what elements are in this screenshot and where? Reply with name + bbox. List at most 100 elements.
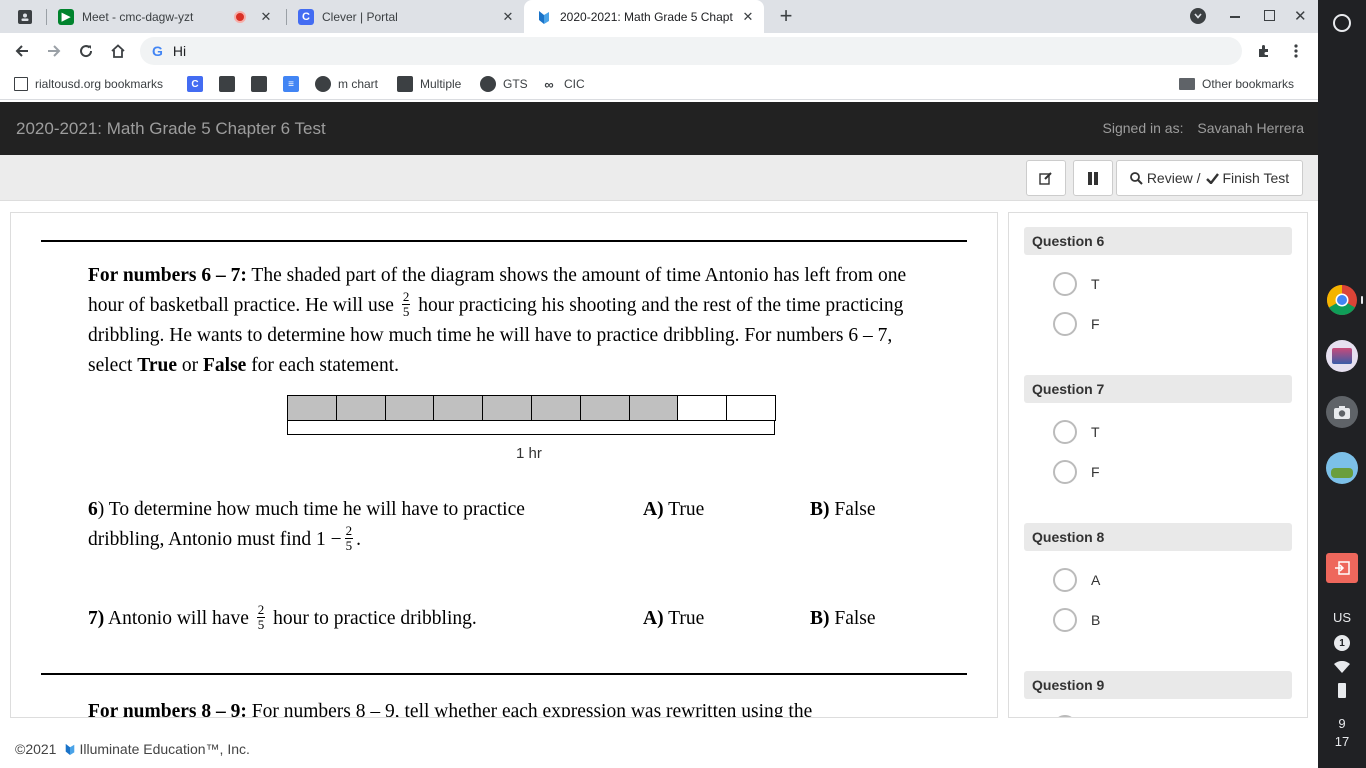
close-icon[interactable]: ✕ (258, 9, 274, 25)
tab-clever[interactable]: C Clever | Portal ✕ (290, 0, 522, 33)
reload-button[interactable] (74, 39, 98, 63)
browser-window: ▶ Meet - cmc-dagw-yzt ✕ C Clever | Porta… (0, 0, 1318, 768)
app-photo-icon[interactable] (1326, 340, 1358, 372)
new-tab-button[interactable]: + (774, 3, 798, 28)
answer-q8-option-a[interactable]: A (1053, 568, 1100, 592)
keyboard-locale[interactable]: US (1318, 610, 1366, 625)
company-name: Illuminate Education™, Inc. (79, 741, 250, 757)
bookmark-m-chart[interactable]: m chart (315, 69, 378, 99)
bookmark-label: rialtousd.org bookmarks (35, 77, 164, 91)
tab-meet[interactable]: ▶ Meet - cmc-dagw-yzt ✕ (48, 0, 280, 33)
chrome-icon[interactable] (1326, 284, 1358, 316)
radio-button[interactable] (1053, 568, 1077, 592)
radio-button[interactable] (1053, 715, 1077, 717)
launcher-icon[interactable] (1326, 7, 1358, 39)
clock-minute[interactable]: 17 (1318, 734, 1366, 749)
bookmark-multiple[interactable]: Multiple (397, 69, 461, 99)
back-button[interactable] (10, 39, 34, 63)
fraction-two-fifths: 25 (344, 524, 354, 554)
home-button[interactable] (106, 39, 130, 63)
answer-q9-option-partial[interactable] (1053, 715, 1091, 717)
exit-icon (1335, 561, 1350, 575)
bookmark-contact-2[interactable] (251, 69, 274, 99)
copyright: ©2021 (15, 741, 57, 757)
battery-icon[interactable] (1338, 683, 1346, 698)
signed-in-label: Signed in as: (1102, 120, 1184, 136)
illuminate-logo-icon (66, 743, 75, 755)
q7-option-a: A) True (643, 604, 704, 634)
bookmark-rialtousd[interactable]: rialtousd.org bookmarks (14, 69, 163, 99)
contact-icon (18, 9, 32, 24)
fraction-numerator: 2 (401, 289, 411, 306)
address-bar[interactable]: G Hi (140, 37, 1242, 65)
radio-button[interactable] (1053, 420, 1077, 444)
notification-badge[interactable]: 1 (1334, 635, 1350, 651)
passage-text-3: for each statement. (246, 355, 399, 377)
close-icon[interactable]: ✕ (500, 9, 516, 25)
radio-button[interactable] (1053, 312, 1077, 336)
minimize-button[interactable] (1230, 16, 1240, 18)
fraction-denominator: 5 (345, 538, 353, 554)
active-indicator (1361, 296, 1363, 304)
fraction-denominator: 5 (402, 304, 410, 320)
other-bookmarks[interactable]: Other bookmarks (1179, 69, 1294, 99)
divider (41, 673, 967, 675)
wifi-icon[interactable] (1334, 660, 1350, 678)
page-footer: ©2021 Illuminate Education™, Inc. (0, 730, 1318, 768)
check-icon (1205, 172, 1219, 184)
question-content: For numbers 6 – 7: The shaded part of th… (31, 213, 977, 717)
link-icon: ∞ (544, 76, 554, 92)
clock-hour[interactable]: 9 (1318, 716, 1366, 731)
forward-button[interactable] (42, 39, 66, 63)
passage-or: or (176, 355, 203, 377)
bookmark-contact-1[interactable] (219, 69, 242, 99)
option-label: F (1091, 316, 1100, 332)
camera-icon[interactable] (1326, 396, 1358, 428)
bookmark-cic[interactable]: ∞ CIC (541, 69, 584, 99)
user-name[interactable]: Savanah Herrera (1197, 120, 1304, 136)
answer-q6-option-f[interactable]: F (1053, 312, 1100, 336)
diagram-cell-shaded (579, 395, 630, 421)
bookmark-clever[interactable]: C (187, 69, 210, 99)
bookmark-gts[interactable]: GTS (480, 69, 528, 99)
close-icon[interactable]: ✕ (740, 9, 756, 25)
answer-q7-option-f[interactable]: F (1053, 460, 1100, 484)
tab-search-icon[interactable] (1190, 8, 1206, 24)
bookmark-label: m chart (338, 77, 379, 91)
radio-button[interactable] (1053, 272, 1077, 296)
passage-false: False (202, 355, 247, 377)
signed-in-info: Signed in as: Savanah Herrera (1103, 102, 1304, 155)
restore-button[interactable] (1264, 10, 1275, 21)
answer-q7-option-t[interactable]: T (1053, 420, 1100, 444)
tab-test-active[interactable]: 2020-2021: Math Grade 5 Chapt ✕ (524, 0, 764, 33)
answer-q6-option-t[interactable]: T (1053, 272, 1100, 296)
bookmark-label: Multiple (420, 77, 462, 91)
passage-true: True (137, 355, 177, 377)
answer-question-9-header: Question 9 (1024, 671, 1292, 699)
radio-button[interactable] (1053, 460, 1077, 484)
hour-diagram (287, 395, 776, 439)
option-letter: A) (643, 608, 664, 629)
question-6: 6) To determine how much time he will ha… (88, 495, 528, 555)
answer-question-7-header: Question 7 (1024, 375, 1292, 403)
close-window-button[interactable]: ✕ (1294, 7, 1310, 25)
question-panel[interactable]: For numbers 6 – 7: The shaded part of th… (10, 212, 998, 718)
exit-app-button[interactable] (1326, 553, 1358, 583)
radio-button[interactable] (1053, 608, 1077, 632)
review-finish-button[interactable]: Review / Finish Test (1116, 160, 1303, 196)
answer-q8-option-b[interactable]: B (1053, 608, 1100, 632)
menu-icon[interactable] (1284, 39, 1308, 63)
answer-panel[interactable]: Question 6 T F Question 7 T F Question 8… (1008, 212, 1308, 718)
question-text-end: . (356, 529, 362, 550)
bookmark-docs[interactable]: ≡ (283, 69, 306, 99)
tab-contact[interactable] (8, 0, 46, 33)
option-label: T (1091, 424, 1100, 440)
diagram-cell-shaded (384, 395, 435, 421)
divider (41, 240, 967, 242)
pause-button[interactable] (1073, 160, 1113, 196)
diagram-cell-shaded (482, 395, 532, 421)
notes-button[interactable] (1026, 160, 1066, 196)
app-game-icon[interactable] (1326, 452, 1358, 484)
extensions-icon[interactable] (1252, 39, 1276, 63)
option-label: A (1091, 572, 1101, 588)
